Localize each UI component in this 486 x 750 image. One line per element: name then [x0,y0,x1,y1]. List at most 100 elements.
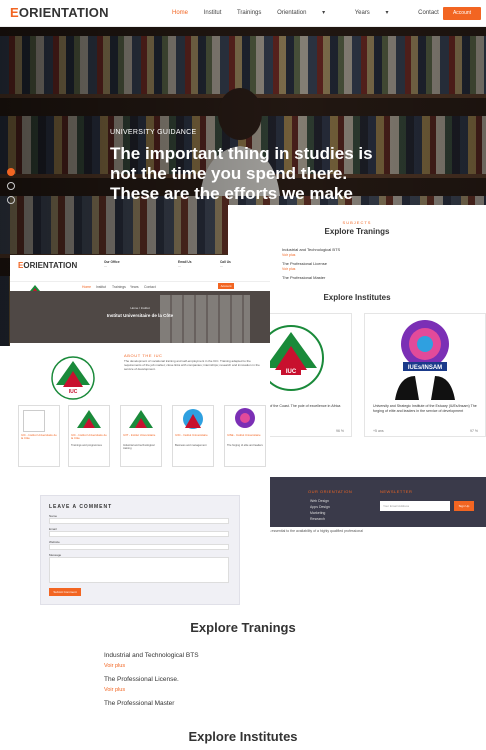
institute-caption: University and Strategic Institute of th… [373,404,477,413]
nav-years[interactable]: Years ▾ [355,10,403,16]
institute-logo [235,408,255,428]
institute-banner: Home / Institut Institut Universitaire d… [10,291,270,343]
about-heading: ABOUT THE IUC [124,353,163,358]
training-item[interactable]: Industrial and Technological BTS [104,652,199,659]
breadcrumb: Home / Institut [130,306,150,310]
newsletter-signup-button[interactable]: Sign Up [454,501,474,511]
footer-newsletter-heading: NEWSLETTER [380,489,413,494]
nav-links: Home Institut Trainings Orientation ▾ Ye… [172,9,453,16]
thumb-caption: IUIT - Institut Universitaire [123,433,156,437]
carousel-dot-3[interactable] [7,196,15,204]
see-more-link[interactable]: Voir plus [282,253,295,257]
institute-logo [183,409,203,429]
card-years: +5 ans [373,429,384,433]
top-navbar: EORIENTATION Home Institut Trainings Ori… [0,0,486,27]
email-field[interactable] [49,531,229,537]
iuc-logo: IUC [51,356,95,400]
footer-link[interactable]: Research [310,517,325,521]
training-item[interactable]: The Professional License. [104,676,179,683]
svg-text:IUEs/INSAM: IUEs/INSAM [408,365,442,371]
svg-text:IUC: IUC [69,389,78,395]
training-item[interactable]: Industrial and Technological BTS [282,247,340,252]
hero-subtitle: UNIVERSITY GUIDANCE [110,129,197,136]
site-logo[interactable]: EORIENTATION [10,5,109,20]
nav-trainings[interactable]: Trainings [237,10,261,16]
email-value: ... [178,264,181,268]
chevron-down-icon: ▾ [385,10,389,16]
account-button[interactable]: Account [443,7,481,20]
training-item[interactable]: The Professional Master [104,700,174,707]
inner-nav-institut[interactable]: Institut [96,285,106,289]
training-item[interactable]: The Professional License [282,261,327,266]
card-rate: 97 % [470,429,478,433]
inner-nav-home[interactable]: Home [82,285,91,289]
overlay-page-left: EORIENTATION Our Office... Email Us... C… [10,255,270,615]
carousel-dot-2[interactable] [7,182,15,190]
institute-thumb[interactable]: IUSE - Institut Universitaire The forgin… [224,405,266,467]
see-more-link[interactable]: Voir plus [104,663,125,669]
nav-orientation-label: Orientation [277,10,307,16]
footer-link[interactable]: Apps Design [310,505,330,509]
website-field[interactable] [49,544,229,550]
inner-nav-contact[interactable]: Contact [144,285,156,289]
inner-nav-years[interactable]: Years [130,285,139,289]
see-more-link[interactable]: Voir plus [104,687,125,693]
institutes-heading: Explore Institutes [188,729,298,744]
iues-insam-logo: IUEs/INSAM [395,320,455,400]
institute-card-iues[interactable]: IUEs/INSAM University and Strategic Inst… [364,313,486,437]
footer-tagline: is essential to the availability of a hi… [268,529,363,533]
comment-form: LEAVE A COMMENT Name Email Website Messa… [40,495,240,605]
nav-contact[interactable]: Contact [418,10,439,16]
banner-title: Institut Universitaire de la Côte [106,313,174,318]
see-more-link[interactable]: Voir plus [282,267,295,271]
thumb-desc: Business and management [175,444,207,447]
institute-thumb[interactable]: IUC - Institut Universitaire de la Côte [18,405,60,467]
nav-orientation[interactable]: Orientation ▾ [277,10,339,16]
inner-nav-trainings[interactable]: Trainings [112,285,126,289]
call-value: ... [220,264,223,268]
card-rate: 96 % [336,429,344,433]
footer-orientation-heading: OUR ORIENTATION [308,489,353,494]
hero-title: The important thing in studies is not th… [110,144,373,203]
logo-text: ORIENTATION [23,261,78,270]
footer-link[interactable]: Marketing [310,511,325,515]
footer-link[interactable]: Web Design [310,499,329,503]
institute-thumb[interactable]: IUIT - Institut Universitaire Industrial… [120,405,162,467]
trainings-heading: Explore Tranings [190,620,296,635]
inner-account-button[interactable]: Account [218,283,234,289]
office-value: ... [104,264,107,268]
name-field[interactable] [49,518,229,524]
svg-text:IUC: IUC [286,369,297,375]
subjects-label: SUBJECTS [342,220,372,225]
institute-thumb[interactable]: IUC - Institut Universitaire de la Côte … [68,405,110,467]
submit-comment-button[interactable]: Submit Comment [49,588,81,596]
thumb-caption: IUIC - Institut Universitaire [175,433,208,437]
office-info: Our Office... [104,260,120,268]
institute-thumb[interactable]: IUIC - Institut Universitaire Business a… [172,405,214,467]
image-placeholder-icon [23,410,45,432]
institute-logo [77,410,101,428]
about-text: The development of vocational training a… [124,359,260,371]
inner-header: EORIENTATION Our Office... Email Us... C… [10,255,270,281]
logo-initial: E [10,5,19,20]
nav-years-label: Years [354,10,370,16]
carousel-dot-1[interactable] [7,168,15,176]
inner-logo[interactable]: EORIENTATION [18,261,77,270]
thumb-desc: Trainings and programmes [71,444,102,447]
institute-logo [129,410,153,428]
thumb-caption: IUSE - Institut Universitaire [227,433,261,437]
thumb-caption: IUC - Institut Universitaire de la Côte [21,433,57,441]
nav-institut[interactable]: Institut [204,10,222,16]
training-item[interactable]: The Professional Master [282,275,325,280]
thumb-desc: Industrial and technological training [123,444,155,451]
logo-text: ORIENTATION [18,5,109,20]
chevron-down-icon: ▾ [322,10,326,16]
message-field[interactable] [49,557,229,583]
newsletter-email-input[interactable]: Your Email Address [380,501,450,511]
card-stats: +5 ans 97 % [373,429,478,433]
thumb-desc: The forging of elite and leaders [227,444,263,447]
call-info: Call Us... [220,260,231,268]
trainings-heading: Explore Tranings [324,227,390,236]
nav-home[interactable]: Home [172,10,188,16]
email-info: Email Us... [178,260,191,268]
